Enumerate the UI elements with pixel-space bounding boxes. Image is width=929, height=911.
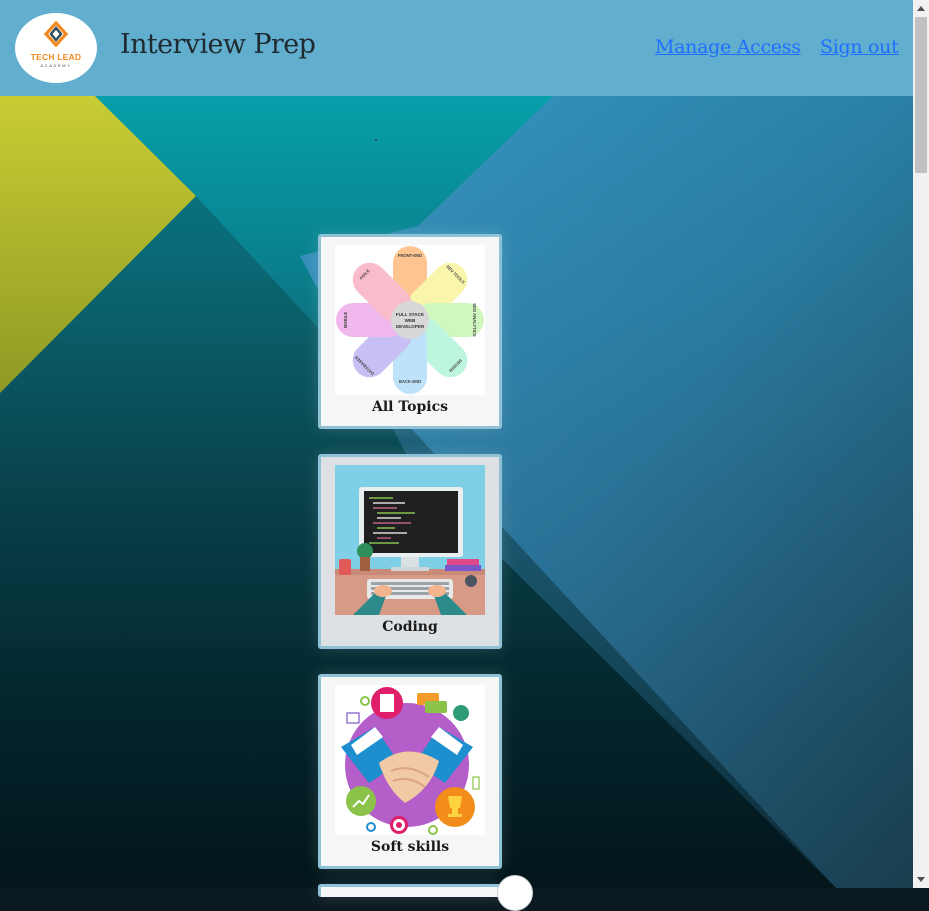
computer-keyboard-icon: [335, 465, 485, 615]
decorative-dot: [375, 139, 377, 141]
manage-access-link[interactable]: Manage Access: [655, 36, 801, 58]
card-label: Soft skills: [370, 839, 450, 855]
topic-card-coding[interactable]: Coding: [318, 454, 502, 649]
card-label: All Topics: [371, 399, 449, 415]
logo-diamond-icon: [43, 20, 69, 48]
scrollbar-thumb[interactable]: [915, 17, 927, 173]
petal-label-back-end: BACK-END: [399, 379, 421, 384]
coding-illustration: [335, 465, 485, 615]
full-stack-diagram-image: FULL STACK WEB DEVELOPER FRONT-END DEV T…: [335, 245, 485, 395]
tech-lead-logo[interactable]: TECH LEAD ACADEMY: [15, 13, 97, 83]
scroll-up-arrow-icon[interactable]: [913, 0, 929, 17]
soft-skills-illustration: [335, 685, 485, 835]
petal-label-mobile: MOBILE: [343, 312, 348, 328]
diagram-center-line-1: FULL STACK: [396, 312, 425, 317]
diagram-center-line-2: WEB: [405, 318, 416, 323]
scroll-down-arrow-icon[interactable]: [913, 871, 929, 888]
page-title: Interview Prep: [120, 29, 316, 60]
topic-card-soft-skills[interactable]: Soft skills: [318, 674, 502, 869]
vertical-scrollbar[interactable]: [913, 0, 929, 888]
top-header: TECH LEAD ACADEMY Interview Prep Manage …: [0, 0, 913, 96]
topic-card-all-topics[interactable]: FULL STACK WEB DEVELOPER FRONT-END DEV T…: [318, 234, 502, 429]
petal-label-front-end: FRONT-END: [398, 253, 422, 258]
handshake-icon: [335, 685, 485, 835]
sign-out-link[interactable]: Sign out: [820, 36, 899, 58]
petal-label-seo: SEO ANALYTICS: [472, 303, 477, 337]
topic-card-partial[interactable]: [318, 884, 502, 897]
full-stack-flower-icon: FULL STACK WEB DEVELOPER FRONT-END DEV T…: [335, 245, 485, 395]
logo-name: TECH LEAD: [30, 52, 82, 62]
logo-sub: ACADEMY: [40, 63, 72, 68]
floating-round-button[interactable]: [497, 875, 533, 911]
diagram-center-line-3: DEVELOPER: [396, 324, 425, 329]
card-label: Coding: [382, 619, 438, 635]
